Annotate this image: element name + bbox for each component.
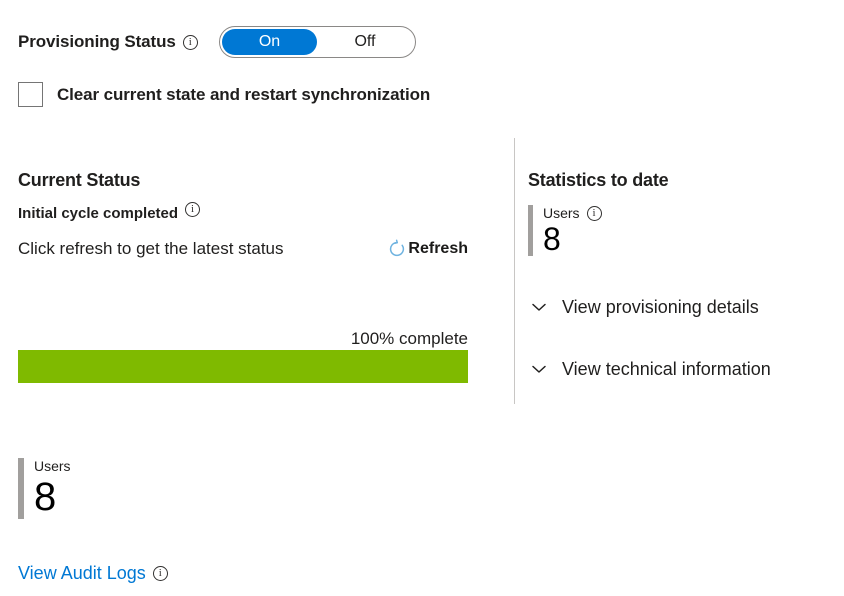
provisioning-status-toggle[interactable]: On Off <box>218 26 416 58</box>
refresh-label: Refresh <box>408 240 468 257</box>
view-audit-logs-row[interactable]: View Audit Logs <box>18 563 168 584</box>
info-icon[interactable] <box>586 205 602 221</box>
cycle-status-row: Initial cycle completed <box>18 202 488 222</box>
info-icon[interactable] <box>185 202 201 217</box>
vertical-divider <box>514 138 515 404</box>
refresh-hint-text: Click refresh to get the latest status <box>18 239 284 258</box>
refresh-button[interactable]: Refresh <box>387 239 468 259</box>
progress-bar-fill <box>18 350 468 383</box>
view-audit-logs-link[interactable]: View Audit Logs <box>18 563 146 584</box>
expander-view-technical-information[interactable]: View technical information <box>528 358 838 380</box>
toggle-option-on[interactable]: On <box>221 29 318 55</box>
current-status-section: Current Status Initial cycle completed C… <box>18 170 488 259</box>
stat-label: Users <box>34 458 71 474</box>
clear-state-row[interactable]: Clear current state and restart synchron… <box>18 82 430 107</box>
statistics-section: Statistics to date Users 8 View provisio… <box>528 170 838 380</box>
stat-value: 8 <box>34 475 57 519</box>
progress-section: 100% complete <box>18 328 468 383</box>
current-status-title: Current Status <box>18 170 141 190</box>
expander-label: View technical information <box>562 358 771 379</box>
provisioning-status-row: Provisioning Status On Off <box>18 26 416 58</box>
stat-value: 8 <box>543 221 561 257</box>
chevron-down-icon <box>532 303 546 311</box>
progress-caption: 100% complete <box>350 329 468 348</box>
clear-state-checkbox[interactable] <box>18 82 43 107</box>
toggle-option-off[interactable]: Off <box>317 29 413 55</box>
expander-view-provisioning-details[interactable]: View provisioning details <box>528 296 838 318</box>
stat-accent-bar <box>528 205 533 256</box>
stat-accent-bar <box>18 458 24 519</box>
stat-label-row: Users <box>543 205 602 221</box>
clear-state-label: Clear current state and restart synchron… <box>57 84 431 104</box>
expander-label: View provisioning details <box>562 296 759 317</box>
progress-bar-track <box>18 350 468 383</box>
stat-label: Users <box>543 205 580 221</box>
stat-label-row: Users <box>34 458 71 474</box>
info-icon[interactable] <box>152 566 168 581</box>
info-icon[interactable] <box>182 35 198 50</box>
provisioning-status-label: Provisioning Status <box>18 32 176 51</box>
refresh-icon <box>390 239 405 257</box>
stat-body: Users 8 <box>34 458 71 519</box>
statistics-title: Statistics to date <box>528 170 669 190</box>
statistics-users-stat: Users 8 <box>528 205 838 256</box>
bottom-users-stat: Users 8 <box>18 458 71 519</box>
refresh-line: Click refresh to get the latest status R… <box>18 239 468 259</box>
chevron-down-icon <box>532 365 546 373</box>
stat-body: Users 8 <box>543 205 602 256</box>
cycle-status-text: Initial cycle completed <box>18 205 179 222</box>
